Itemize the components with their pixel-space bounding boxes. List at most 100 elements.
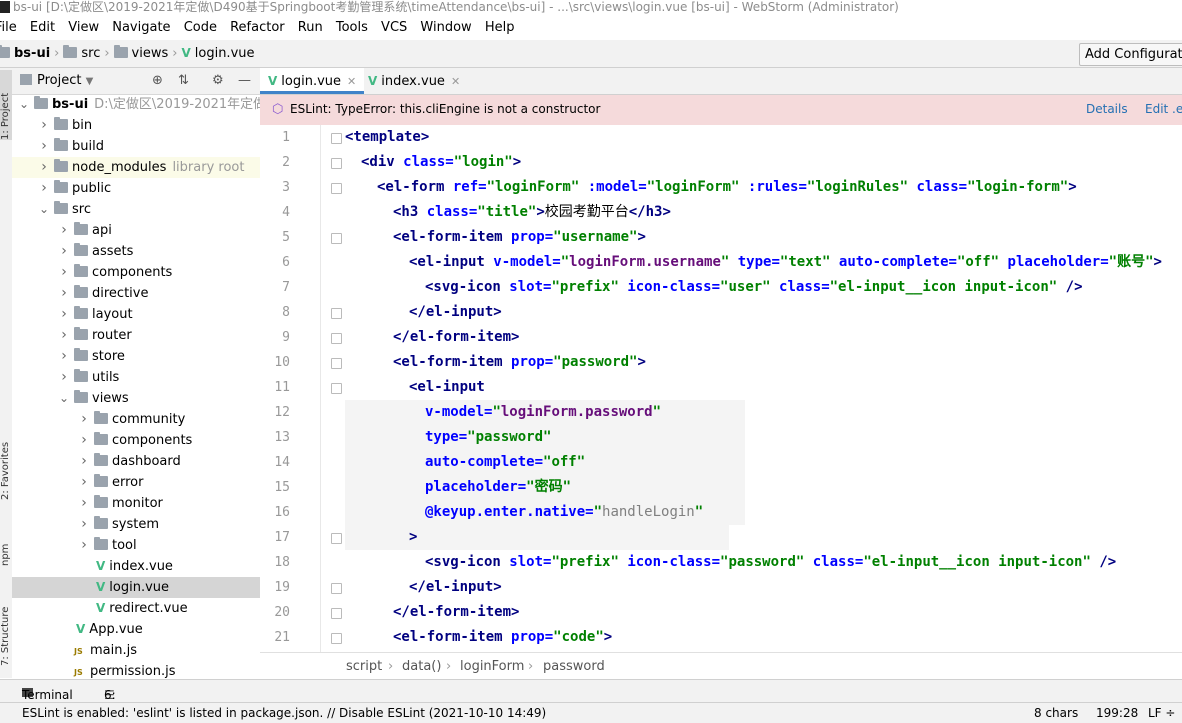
- tree-item[interactable]: Vindex.vue: [12, 556, 260, 577]
- tree-item[interactable]: › node_modules library root: [12, 157, 260, 178]
- favorites-tool-tab[interactable]: 2: Favorites: [0, 428, 12, 500]
- tree-item[interactable]: › tool: [12, 535, 260, 556]
- chevron-right-icon[interactable]: ›: [78, 472, 90, 493]
- tree-item-label: tool: [112, 538, 137, 553]
- menu-view[interactable]: View: [68, 16, 99, 40]
- tree-item[interactable]: › error: [12, 472, 260, 493]
- tree-item[interactable]: › assets: [12, 241, 260, 262]
- structure-tool-tab[interactable]: 7: Structure: [0, 586, 12, 666]
- edit-eslintrc-link[interactable]: Edit .eslintrc: [1145, 102, 1182, 116]
- chevron-right-icon[interactable]: ›: [58, 367, 70, 388]
- menu-file[interactable]: File: [0, 16, 17, 40]
- code-editor[interactable]: <template> <div class="login"> <el-form re…: [330, 125, 1182, 652]
- breadcrumb-loginform[interactable]: loginForm: [460, 659, 524, 674]
- project-tool-tab[interactable]: 1: Project: [0, 70, 12, 140]
- tree-item[interactable]: › public: [12, 178, 260, 199]
- chevron-right-icon[interactable]: ›: [78, 430, 90, 451]
- menu-window[interactable]: Window: [420, 16, 471, 40]
- tree-item[interactable]: › community: [12, 409, 260, 430]
- tree-item[interactable]: › components: [12, 430, 260, 451]
- details-link[interactable]: Details: [1086, 102, 1128, 116]
- collapse-all-icon[interactable]: ⇅: [178, 73, 189, 88]
- chevron-right-icon[interactable]: ›: [38, 115, 50, 136]
- line-number: 11: [274, 380, 290, 395]
- breadcrumb-data[interactable]: data(): [402, 659, 441, 674]
- chevron-down-icon[interactable]: ⌄: [38, 199, 50, 220]
- tree-item[interactable]: › system: [12, 514, 260, 535]
- chevron-right-icon[interactable]: ›: [78, 535, 90, 556]
- tab-index-vue[interactable]: Vindex.vue ✕: [360, 68, 468, 94]
- chevron-right-icon[interactable]: ›: [58, 262, 70, 283]
- chevron-right-icon[interactable]: ›: [38, 136, 50, 157]
- tree-item[interactable]: Vlogin.vue: [12, 577, 260, 598]
- nav-crumb-views[interactable]: views: [113, 40, 168, 67]
- line-separator[interactable]: LF ÷: [1148, 706, 1175, 720]
- tree-item[interactable]: › dashboard: [12, 451, 260, 472]
- tree-item[interactable]: Vredirect.vue: [12, 598, 260, 619]
- tree-item[interactable]: › api: [12, 220, 260, 241]
- menu-run[interactable]: Run: [298, 16, 323, 40]
- tree-item[interactable]: › directive: [12, 283, 260, 304]
- nav-crumb-src[interactable]: src: [63, 40, 100, 67]
- chevron-down-icon[interactable]: ⌄: [58, 388, 70, 409]
- menu-help[interactable]: Help: [485, 16, 515, 40]
- chevron-right-icon[interactable]: ›: [58, 325, 70, 346]
- nav-crumb-project[interactable]: bs-ui: [0, 40, 50, 67]
- code-token: ": [1145, 254, 1154, 270]
- menu-tools[interactable]: Tools: [336, 16, 368, 40]
- chevron-right-icon[interactable]: ›: [78, 514, 90, 535]
- tree-item[interactable]: › utils: [12, 367, 260, 388]
- chevron-right-icon[interactable]: ›: [58, 220, 70, 241]
- menu-code[interactable]: Code: [184, 16, 217, 40]
- close-icon[interactable]: ✕: [347, 75, 356, 88]
- code-line: type="password": [345, 425, 745, 450]
- chevron-right-icon[interactable]: ›: [78, 409, 90, 430]
- tree-item[interactable]: › bin: [12, 115, 260, 136]
- menu-refactor[interactable]: Refactor: [230, 16, 285, 40]
- close-icon[interactable]: ✕: [451, 75, 460, 88]
- add-configuration-button[interactable]: Add Configuration...: [1079, 43, 1182, 66]
- chevron-right-icon[interactable]: ›: [58, 304, 70, 325]
- tree-item[interactable]: › layout: [12, 304, 260, 325]
- menu-edit[interactable]: Edit: [30, 16, 55, 40]
- tree-item[interactable]: ⌄ bs-ui D:\定做区\2019-2021年定做\D: [12, 94, 260, 115]
- tree-item-label: layout: [92, 307, 133, 322]
- tree-item[interactable]: › store: [12, 346, 260, 367]
- tree-item[interactable]: ⌄ views: [12, 388, 260, 409]
- tree-item[interactable]: › router: [12, 325, 260, 346]
- locate-icon[interactable]: ⊕: [152, 73, 163, 88]
- tree-item[interactable]: › components: [12, 262, 260, 283]
- chevron-right-icon[interactable]: ›: [38, 178, 50, 199]
- tab-login-vue[interactable]: Vlogin.vue ✕: [260, 68, 365, 94]
- code-token: <svg-icon: [425, 554, 510, 570]
- code-token: </h3>: [628, 204, 671, 220]
- chevron-right-icon[interactable]: ›: [38, 157, 50, 178]
- project-view-dropdown[interactable]: Project ▼: [20, 73, 93, 88]
- chevron-right-icon[interactable]: ›: [78, 493, 90, 514]
- hide-icon[interactable]: —: [238, 73, 251, 88]
- status-message[interactable]: ESLint is enabled: 'eslint' is listed in…: [22, 706, 546, 720]
- tree-item[interactable]: › build: [12, 136, 260, 157]
- breadcrumb-password[interactable]: password: [543, 659, 605, 674]
- tree-item[interactable]: ⌄ src: [12, 199, 260, 220]
- chevron-right-icon[interactable]: ›: [58, 241, 70, 262]
- tree-item-label: bin: [72, 118, 93, 133]
- nav-crumb-file[interactable]: Vlogin.vue: [181, 40, 254, 67]
- chevron-down-icon[interactable]: ⌄: [18, 94, 30, 115]
- tree-item[interactable]: › monitor: [12, 493, 260, 514]
- tool-window-bar: Terminal ☰6: TODO: [0, 679, 1182, 716]
- code-token: ": [492, 404, 501, 420]
- tree-item[interactable]: JS permission.js: [12, 661, 260, 678]
- menu-navigate[interactable]: Navigate: [112, 16, 170, 40]
- caret-position[interactable]: 199:28: [1096, 706, 1138, 720]
- chevron-right-icon[interactable]: ›: [78, 451, 90, 472]
- tree-item[interactable]: V App.vue: [12, 619, 260, 640]
- chevron-right-icon[interactable]: ›: [58, 346, 70, 367]
- gear-icon[interactable]: ⚙: [212, 73, 224, 88]
- code-line: auto-complete="off": [345, 450, 745, 475]
- chevron-right-icon[interactable]: ›: [58, 283, 70, 304]
- menu-vcs[interactable]: VCS: [381, 16, 407, 40]
- npm-tool-tab[interactable]: npm: [0, 526, 12, 566]
- tree-item[interactable]: JS main.js: [12, 640, 260, 661]
- breadcrumb-script[interactable]: script: [346, 659, 382, 674]
